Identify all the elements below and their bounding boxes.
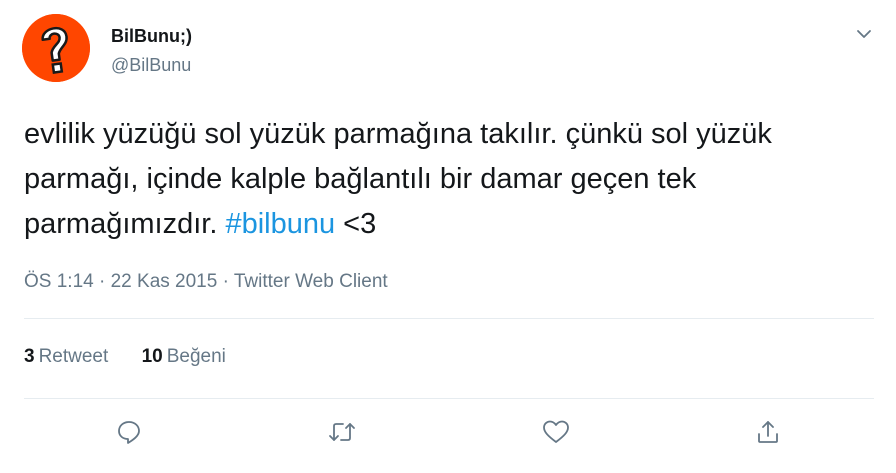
meta-separator: · [217, 271, 234, 292]
reply-button[interactable] [109, 412, 149, 452]
share-button[interactable] [748, 412, 788, 452]
meta-separator: · [93, 271, 111, 292]
tweet-text: evlilik yüzüğü sol yüzük parmağına takıl… [24, 112, 864, 247]
like-count-link[interactable]: 10 Beğeni [142, 346, 226, 368]
tweet-date[interactable]: 22 Kas 2015 [111, 271, 218, 292]
tweet-time[interactable]: ÖS 1:14 [24, 271, 94, 292]
tweet: BilBunu;) @BilBunu evlilik yüzüğü sol yü… [0, 0, 896, 473]
retweet-count: 3 [24, 346, 35, 367]
author-name[interactable]: BilBunu;) [111, 26, 192, 47]
chevron-down-icon[interactable] [854, 24, 874, 44]
tweet-text-body: evlilik yüzüğü sol yüzük parmağına takıl… [24, 118, 772, 240]
tweet-client[interactable]: Twitter Web Client [234, 271, 388, 292]
like-label: Beğeni [166, 346, 226, 367]
tweet-text-tail: <3 [335, 208, 377, 240]
share-icon [758, 421, 778, 443]
tweet-stats: 3 Retweet 10 Beğeni [24, 346, 254, 368]
retweet-icon [329, 423, 355, 441]
question-mark-logo-icon [22, 14, 90, 82]
retweet-button[interactable] [322, 412, 362, 452]
divider [24, 398, 874, 399]
retweet-label: Retweet [38, 346, 109, 367]
like-icon [543, 420, 569, 443]
like-button[interactable] [536, 412, 576, 452]
reply-icon [118, 421, 140, 444]
divider [24, 318, 874, 319]
like-count: 10 [141, 346, 163, 367]
author-handle[interactable]: @BilBunu [111, 55, 191, 76]
action-bar [0, 412, 896, 452]
tweet-meta: ÖS 1:14 · 22 Kas 2015 · Twitter Web Clie… [24, 271, 388, 293]
hashtag-link[interactable]: #bilbunu [225, 208, 335, 240]
retweet-count-link[interactable]: 3 Retweet [24, 346, 108, 368]
avatar[interactable] [22, 14, 90, 82]
